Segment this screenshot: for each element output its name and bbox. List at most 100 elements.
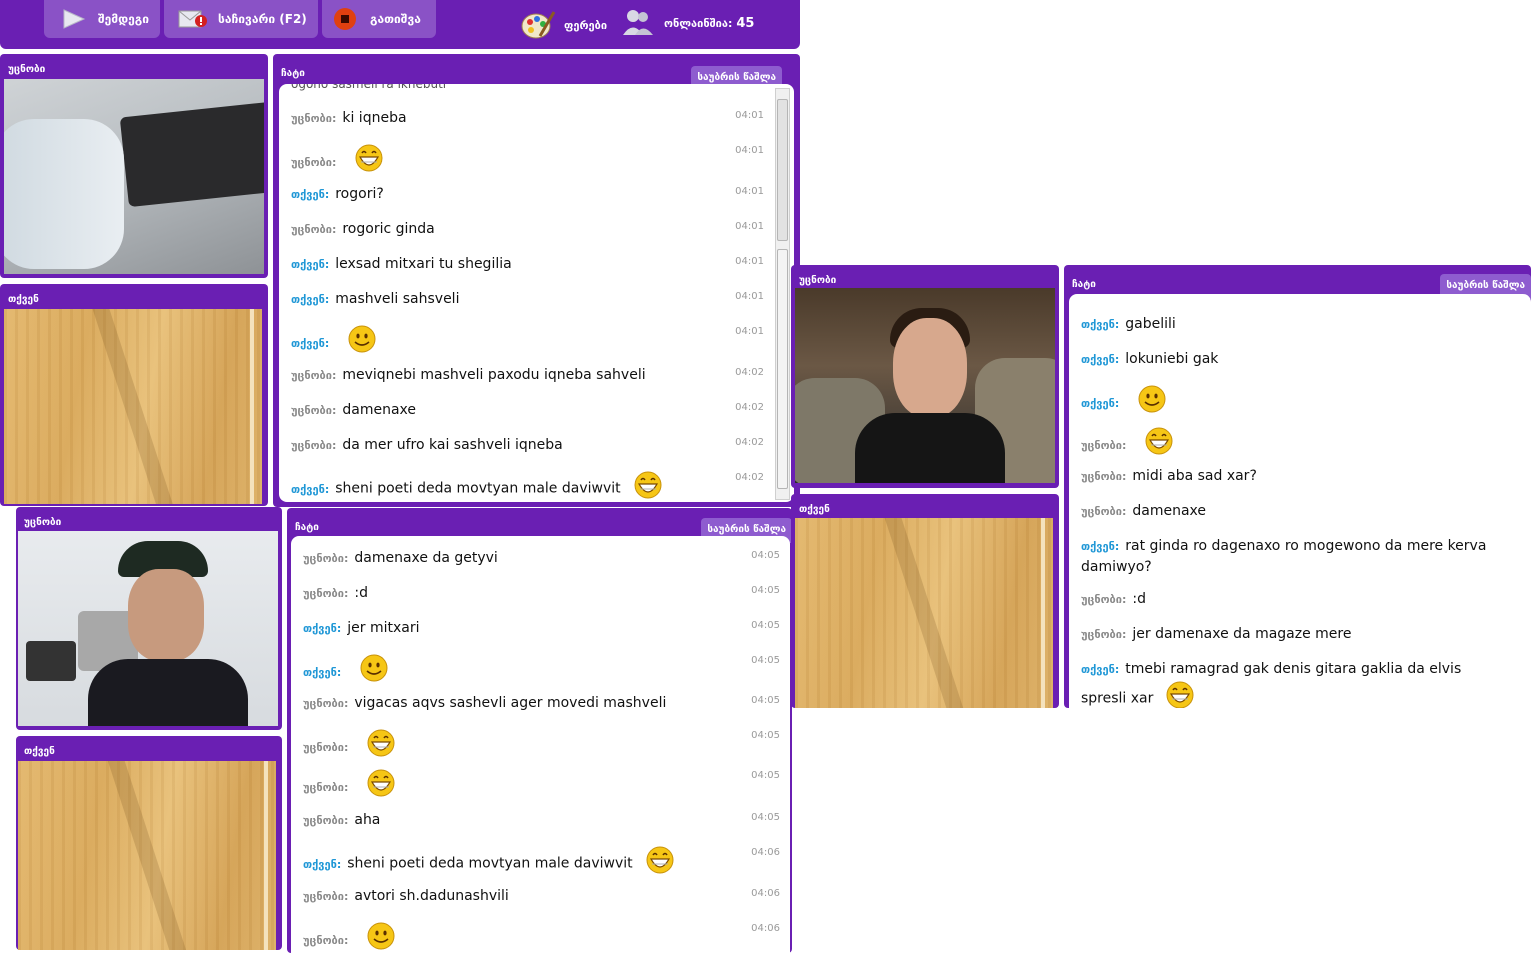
you-label: თქვენ [799,504,830,515]
chat-log-3[interactable]: თქვენ: gabelili თქვენ: lokuniebi gak თქვენ: უ… [1069,294,1531,708]
my-webcam-feed [18,761,276,950]
message-author: თქვენ: [1081,396,1120,410]
message-text: sheni poeti deda movtyan male daviwvit [347,855,633,872]
chat-message: უცნობი: [303,728,750,765]
smile-emoji-icon [366,921,396,956]
message-text: mashveli sahsveli [335,291,460,307]
chat-scrollbar[interactable] [775,88,790,500]
chat-message: თქვენ: [291,324,754,361]
message-text: damenaxe [1132,503,1206,519]
message-text: lexsad mitxari tu shegilia [335,256,512,272]
message-text: damenaxe da getyvi [354,550,498,566]
chat-label: ჩატი [1072,279,1096,290]
palette-icon [520,8,556,43]
message-author: უცნობი: [1081,505,1127,518]
message-author: უცნობი: [303,814,349,827]
you-label: თქვენ [8,294,39,305]
smile-emoji-icon [1137,384,1167,421]
chat-message: თქვენ: tmebi ramagrad gak denis gitara ga… [1081,659,1491,708]
message-author: თქვენ: [291,258,330,271]
message-text: jer mitxari [347,620,420,636]
grin-emoji-icon [366,728,396,765]
stranger-video-panel-2: უცნობი [16,507,282,730]
chat-log-1[interactable]: ogono sasmeli ra iknebuti უცნობი: ki iqne… [279,84,794,502]
message-author: თქვენ: [303,665,342,679]
message-author: უცნობი: [303,587,349,600]
message-timestamp: 04:05 [751,620,780,631]
chat-message: თქვენ: lexsad mitxari tu shegilia [291,254,754,275]
message-author: უცნობი: [303,552,349,565]
report-label: საჩივარი (F2) [218,12,307,26]
message-timestamp: 04:01 [735,110,764,121]
message-timestamp: 04:01 [735,256,764,267]
message-text: rogori? [335,186,384,202]
message-author: თქვენ: [291,482,330,496]
colors-button[interactable]: ფერები [520,8,607,43]
stranger-label: უცნობი [799,275,837,286]
stranger-webcam-feed [4,79,264,274]
message-text: sheni poeti deda movtyan male daviwvit [335,480,621,497]
message-timestamp: 04:05 [751,695,780,706]
users-icon [622,8,654,39]
chat-message: უცნობი: rogoric ginda [291,219,754,240]
report-button[interactable]: საჩივარი (F2) [164,0,318,38]
stop-button[interactable]: გათიშვა [322,0,436,38]
message-timestamp: 04:05 [751,655,780,666]
message-author: თქვენ: [291,293,330,306]
message-text: midi aba sad xar? [1132,468,1257,484]
message-timestamp: 04:01 [735,326,764,337]
message-author: უცნობი: [303,697,349,710]
online-status: ონლაინშია: 45 [622,8,754,39]
chat-message: უცნობი: jer damenaxe da magaze mere [1081,624,1491,645]
message-author: უცნობი: [303,890,349,903]
grin-emoji-icon [366,768,396,805]
message-text: jer damenaxe da magaze mere [1132,626,1352,642]
chat-message: უცნობი: aha [303,810,750,831]
message-timestamp: 04:02 [735,367,764,378]
message-text: ki iqneba [342,110,407,126]
message-author: უცნობი: [1081,593,1127,606]
partial-message: ogono sasmeli ra iknebuti [291,84,447,91]
chat-message: უცნობი: ki iqneba [291,108,754,129]
message-text: aha [354,812,381,828]
online-count: 45 [736,16,755,31]
chat-message: უცნობი: damenaxe da getyvi [303,548,750,569]
grin-emoji-icon [354,143,384,180]
stranger-label: უცნობი [8,64,46,75]
message-text: da mer ufro kai sashveli iqneba [342,437,563,453]
message-author: უცნობი: [291,112,337,125]
message-text: vigacas aqvs sashevli ager movedi mashve… [354,695,667,711]
my-video-panel-3: თქვენ [791,494,1059,708]
message-author: უცნობი: [1081,438,1127,452]
chat-panel-3: ჩატი საუბრის წაშლა თქვენ: gabelili თქვენ: l… [1064,265,1531,708]
message-timestamp: 04:01 [735,145,764,156]
message-text: avtori sh.dadunashvili [354,888,509,904]
stranger-webcam-feed [795,288,1055,483]
chat-message: თქვენ: rogori? [291,184,754,205]
message-timestamp: 04:05 [751,812,780,823]
message-author: თქვენ: [303,622,342,635]
you-label: თქვენ [24,746,55,757]
message-author: თქვენ: [1081,540,1120,553]
chat-message: თქვენ: rat ginda ro dagenaxo ro mogewono … [1081,536,1491,578]
chat-log-2[interactable]: უცნობი: damenaxe da getyvi 04:05 უცნობი::d 0… [291,536,790,956]
message-text: damenaxe [342,402,416,418]
message-timestamp: 04:02 [735,437,764,448]
chat-message: უცნობი: vigacas aqvs sashevli ager movedi… [303,693,750,714]
message-timestamp: 04:05 [751,550,780,561]
message-author: უცნობი: [1081,628,1127,641]
message-timestamp: 04:01 [735,291,764,302]
chat-message: უცნობი: damenaxe [291,400,754,421]
stranger-video-panel-3: უცნობი [791,265,1059,488]
chat-label: ჩატი [295,522,319,533]
message-author: უცნობი: [291,155,337,169]
stranger-webcam-feed [18,531,278,726]
message-timestamp: 04:02 [735,472,764,483]
scrollbar-thumb[interactable] [777,99,788,241]
next-button[interactable]: შემდეგი [44,0,160,38]
message-author: თქვენ: [1081,663,1120,676]
chat-message: უცნობი: [1081,426,1491,463]
chat-message: თქვენ: sheni poeti deda movtyan male davi… [303,845,750,882]
stranger-label: უცნობი [24,517,62,528]
chat-message: უცნობი::d [1081,589,1491,610]
